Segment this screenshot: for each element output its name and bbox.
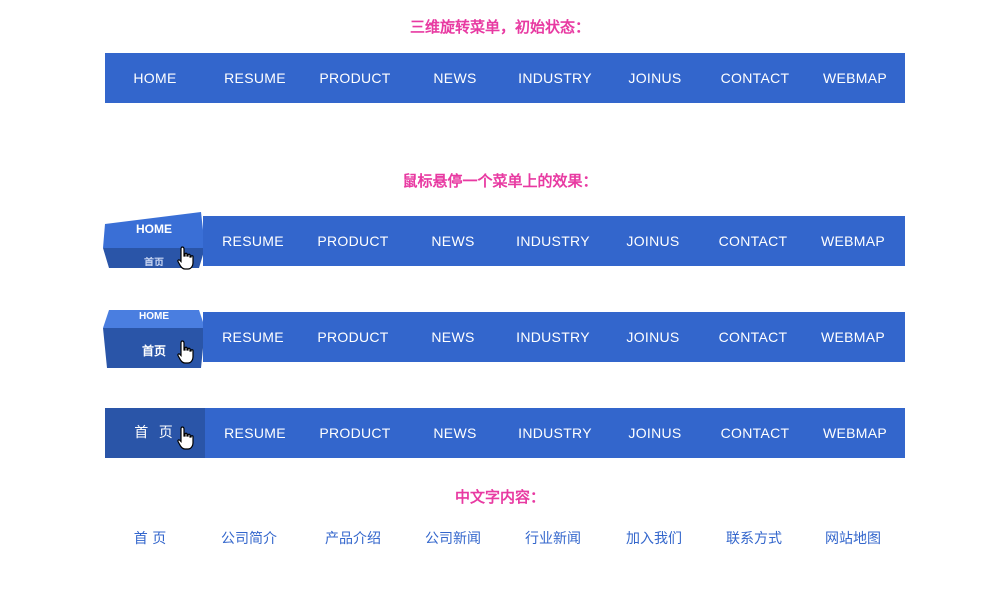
heading-chinese: 中文字内容： bbox=[454, 488, 545, 506]
cn-label-product[interactable]: 产品介绍 bbox=[303, 528, 403, 548]
menu-hover-2: RESUME PRODUCT NEWS INDUSTRY JOINUS CONT… bbox=[203, 312, 905, 362]
cn-label-webmap[interactable]: 网站地图 bbox=[803, 528, 903, 548]
menu-item-joinus[interactable]: JOINUS bbox=[605, 408, 705, 458]
chinese-labels-row: 首 页 公司简介 产品介绍 公司新闻 行业新闻 加入我们 联系方式 网站地图 bbox=[105, 528, 905, 548]
heading-initial: 三维旋转菜单，初始状态： bbox=[409, 18, 590, 36]
cn-label-news[interactable]: 公司新闻 bbox=[403, 528, 503, 548]
menu-item-resume[interactable]: RESUME bbox=[205, 408, 305, 458]
menu-item-industry[interactable]: INDUSTRY bbox=[505, 53, 605, 103]
menu-item-news[interactable]: NEWS bbox=[403, 312, 503, 362]
menu-item-industry[interactable]: INDUSTRY bbox=[503, 312, 603, 362]
menu-item-product[interactable]: PRODUCT bbox=[303, 312, 403, 362]
menu-item-webmap[interactable]: WEBMAP bbox=[805, 408, 905, 458]
menu-item-news[interactable]: NEWS bbox=[403, 216, 503, 266]
menu-item-contact[interactable]: CONTACT bbox=[705, 408, 805, 458]
heading-hover: 鼠标悬停一个菜单上的效果： bbox=[402, 172, 598, 190]
cn-label-home[interactable]: 首 页 bbox=[105, 528, 195, 548]
menu-item-webmap[interactable]: WEBMAP bbox=[803, 216, 903, 266]
cn-label-joinus[interactable]: 加入我们 bbox=[603, 528, 705, 548]
menu-item-webmap[interactable]: WEBMAP bbox=[803, 312, 903, 362]
menu-item-product[interactable]: PRODUCT bbox=[305, 408, 405, 458]
menu-item-contact[interactable]: CONTACT bbox=[705, 53, 805, 103]
menu-item-contact[interactable]: CONTACT bbox=[703, 216, 803, 266]
menu-item-resume[interactable]: RESUME bbox=[203, 312, 303, 362]
menu-item-news[interactable]: NEWS bbox=[405, 408, 505, 458]
menu-item-resume[interactable]: RESUME bbox=[205, 53, 305, 103]
hand-pointer-icon bbox=[177, 426, 194, 450]
hand-pointer-icon bbox=[177, 340, 194, 364]
menu-item-resume[interactable]: RESUME bbox=[203, 216, 303, 266]
menu-initial: HOME RESUME PRODUCT NEWS INDUSTRY JOINUS… bbox=[105, 53, 905, 103]
cube-front-label: HOME bbox=[136, 222, 172, 236]
cn-label-industry[interactable]: 行业新闻 bbox=[503, 528, 603, 548]
menu-item-news[interactable]: NEWS bbox=[405, 53, 505, 103]
menu-hover-1: RESUME PRODUCT NEWS INDUSTRY JOINUS CONT… bbox=[203, 216, 905, 266]
menu-item-contact[interactable]: CONTACT bbox=[703, 312, 803, 362]
menu-item-joinus[interactable]: JOINUS bbox=[605, 53, 705, 103]
menu-item-product[interactable]: PRODUCT bbox=[305, 53, 405, 103]
menu-item-home[interactable]: HOME bbox=[105, 53, 205, 103]
menu-item-product[interactable]: PRODUCT bbox=[303, 216, 403, 266]
menu-item-industry[interactable]: INDUSTRY bbox=[503, 216, 603, 266]
menu-item-webmap[interactable]: WEBMAP bbox=[805, 53, 905, 103]
cn-label-contact[interactable]: 联系方式 bbox=[705, 528, 803, 548]
cn-label-resume[interactable]: 公司简介 bbox=[195, 528, 303, 548]
hand-pointer-icon bbox=[177, 246, 194, 270]
menu-item-industry[interactable]: INDUSTRY bbox=[505, 408, 605, 458]
cube-top-label: HOME bbox=[139, 311, 169, 321]
menu-hover-3: RESUME PRODUCT NEWS INDUSTRY JOINUS CONT… bbox=[205, 408, 905, 458]
menu-item-joinus[interactable]: JOINUS bbox=[603, 312, 703, 362]
menu-item-joinus[interactable]: JOINUS bbox=[603, 216, 703, 266]
